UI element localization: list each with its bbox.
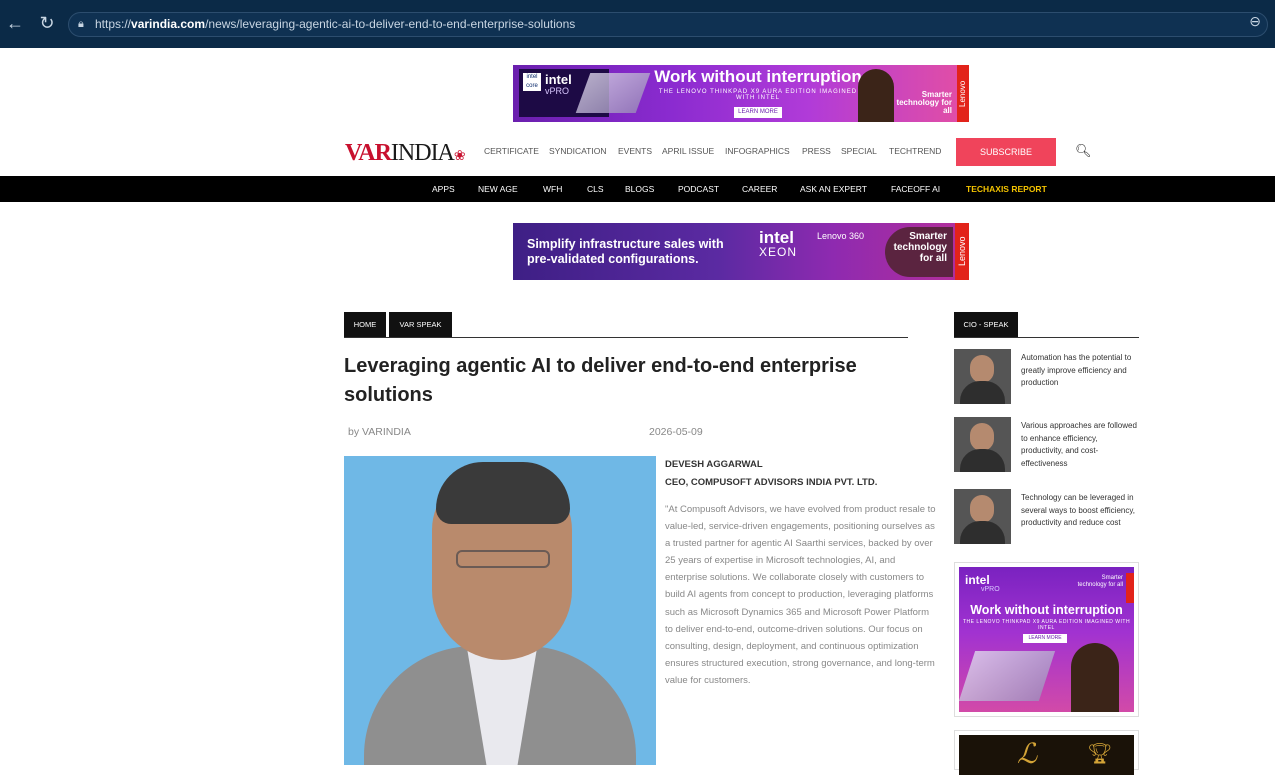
sidebar-ad-laptop bbox=[959, 651, 1056, 701]
ad-subline: THE LENOVO THINKPAD X9 AURA EDITION IMAG… bbox=[658, 89, 858, 101]
cio-text-2[interactable]: Various approaches are followed to enhan… bbox=[1021, 420, 1139, 470]
nav-infographics[interactable]: INFOGRAPHICS bbox=[725, 146, 790, 156]
reload-icon[interactable]: ↻ bbox=[36, 12, 58, 34]
trophy-icon: 🏆︎ bbox=[1087, 743, 1113, 765]
signature-graphic: ℒ bbox=[1017, 739, 1038, 770]
lenovo-logo-mid: Lenovo bbox=[955, 223, 969, 280]
nav-wfh[interactable]: WFH bbox=[543, 184, 562, 194]
logo-var: VAR bbox=[345, 140, 392, 166]
sidebar-ad-2-creative: ℒ 🏆︎ bbox=[959, 735, 1134, 775]
article-quote: "At Compusoft Advisors, we have evolved … bbox=[665, 504, 936, 686]
article-date: 2026-05-09 bbox=[649, 426, 703, 438]
ad-banner-mid[interactable]: Simplify infrastructure sales with pre-v… bbox=[513, 223, 969, 280]
sidebar-ad[interactable]: intel vPRO Smarter technology for all Wo… bbox=[954, 562, 1139, 717]
search-icon[interactable]: 🔍︎ bbox=[1075, 143, 1092, 159]
sidebar-ad-person bbox=[1071, 643, 1119, 712]
subscribe-button[interactable]: SUBSCRIBE bbox=[956, 138, 1056, 166]
zoom-icon[interactable]: ⊖ bbox=[1249, 13, 1261, 30]
url-host: varindia.com bbox=[131, 17, 206, 31]
cio-text-1[interactable]: Automation has the potential to greatly … bbox=[1021, 352, 1139, 390]
nav-press[interactable]: PRESS bbox=[802, 146, 831, 156]
sidebar-ad-learn-more[interactable]: LEARN MORE bbox=[1023, 634, 1067, 643]
url-prefix: https:// bbox=[95, 17, 132, 31]
tiger-icon: ❀ bbox=[453, 149, 466, 164]
ad-banner-top[interactable]: intel core intel vPRO Work without inter… bbox=[513, 65, 969, 122]
cio-thumb-2 bbox=[954, 417, 1011, 472]
ad-headline: Work without interruption bbox=[654, 67, 862, 86]
sidebar-header: CIO - SPEAK bbox=[954, 312, 1139, 338]
sidebar-ad-intel: intel bbox=[965, 573, 990, 587]
nav-podcast[interactable]: PODCAST bbox=[678, 184, 719, 194]
nav-apps[interactable]: APPS bbox=[432, 184, 455, 194]
ad-mid-text: Simplify infrastructure sales with pre-v… bbox=[527, 237, 724, 266]
cio-text-3[interactable]: Technology can be leveraged in several w… bbox=[1021, 492, 1139, 530]
laptop-image bbox=[575, 73, 651, 113]
ad-mid-intel: intel bbox=[759, 228, 794, 247]
site-logo[interactable]: VARINDIA❀ bbox=[345, 140, 466, 167]
nav-ask-an-expert[interactable]: ASK AN EXPERT bbox=[800, 184, 867, 194]
lenovo-logo-side bbox=[1126, 573, 1134, 603]
ad-intel-text: intel bbox=[545, 72, 572, 87]
nav-techaxis-report[interactable]: TECHAXIS REPORT bbox=[966, 184, 1047, 194]
ad-tagline: Smarter technology for all bbox=[896, 90, 952, 115]
cio-thumb-3 bbox=[954, 489, 1011, 544]
ad-mid-tagline: Smarter technology for all bbox=[885, 227, 953, 277]
nav-blogs[interactable]: BLOGS bbox=[625, 184, 654, 194]
sidebar-ad-subline: THE LENOVO THINKPAD X9 AURA EDITION IMAG… bbox=[962, 619, 1131, 631]
nav-faceoff-ai[interactable]: FACEOFF AI bbox=[891, 184, 940, 194]
breadcrumb-home[interactable]: HOME bbox=[344, 312, 386, 337]
article-byline: by VARINDIA bbox=[348, 426, 411, 438]
nav-certificate[interactable]: CERTIFICATE bbox=[484, 146, 539, 156]
lenovo-logo: Lenovo bbox=[957, 65, 969, 122]
address-bar[interactable]: 🔒︎ https://varindia.com/news/leveraging-… bbox=[68, 12, 1268, 37]
nav-techtrend[interactable]: TECHTREND bbox=[889, 146, 941, 156]
back-icon[interactable]: ← bbox=[4, 12, 26, 34]
logo-india: INDIA bbox=[390, 140, 455, 166]
photo-glasses bbox=[456, 550, 550, 568]
sidebar-ad-creative: intel vPRO Smarter technology for all Wo… bbox=[959, 567, 1134, 712]
sidebar-ad-tagline: Smarter technology for all bbox=[1077, 575, 1123, 588]
author-name: DEVESH AGGARWAL bbox=[665, 459, 763, 470]
nav-april-issue[interactable]: APRIL ISSUE bbox=[662, 146, 714, 156]
article-title: Leveraging agentic AI to deliver end-to-… bbox=[344, 355, 857, 406]
nav-syndication[interactable]: SYNDICATION bbox=[549, 146, 606, 156]
ad-mid-xeon: XEON bbox=[759, 245, 798, 259]
cio-thumb-1 bbox=[954, 349, 1011, 404]
secondary-nav: APPS NEW AGE WFH CLS BLOGS PODCAST CAREE… bbox=[0, 176, 1275, 202]
browser-toolbar: ← ↻ 🔒︎ https://varindia.com/news/leverag… bbox=[0, 0, 1275, 48]
ad-mid-lenovo360: Lenovo 360 bbox=[817, 231, 865, 241]
sidebar-ad-2[interactable]: ℒ 🏆︎ bbox=[954, 730, 1139, 775]
nav-career[interactable]: CAREER bbox=[742, 184, 777, 194]
nav-new-age[interactable]: NEW AGE bbox=[478, 184, 518, 194]
nav-special[interactable]: SPECIAL bbox=[841, 146, 877, 156]
nav-cls[interactable]: CLS bbox=[587, 184, 604, 194]
tab-cio-speak[interactable]: CIO - SPEAK bbox=[954, 312, 1018, 337]
sidebar-ad-vpro: vPRO bbox=[981, 586, 1000, 593]
breadcrumb: HOME VAR SPEAK bbox=[344, 312, 908, 338]
photo-hair bbox=[436, 462, 570, 524]
lock-icon: 🔒︎ bbox=[78, 18, 84, 30]
breadcrumb-var-speak[interactable]: VAR SPEAK bbox=[389, 312, 452, 337]
sidebar-ad-headline: Work without interruption bbox=[970, 603, 1123, 617]
nav-events[interactable]: EVENTS bbox=[618, 146, 652, 156]
author-photo bbox=[344, 456, 656, 765]
ad-vpro-text: vPRO bbox=[545, 86, 570, 96]
ad-learn-more-button[interactable]: LEARN MORE bbox=[734, 107, 782, 118]
intel-core-logo: intel core bbox=[523, 73, 541, 91]
author-title: CEO, COMPUSOFT ADVISORS INDIA PVT. LTD. bbox=[665, 477, 878, 488]
ad-person-image bbox=[858, 69, 894, 122]
url-path: /news/leveraging-agentic-ai-to-deliver-e… bbox=[205, 17, 576, 31]
